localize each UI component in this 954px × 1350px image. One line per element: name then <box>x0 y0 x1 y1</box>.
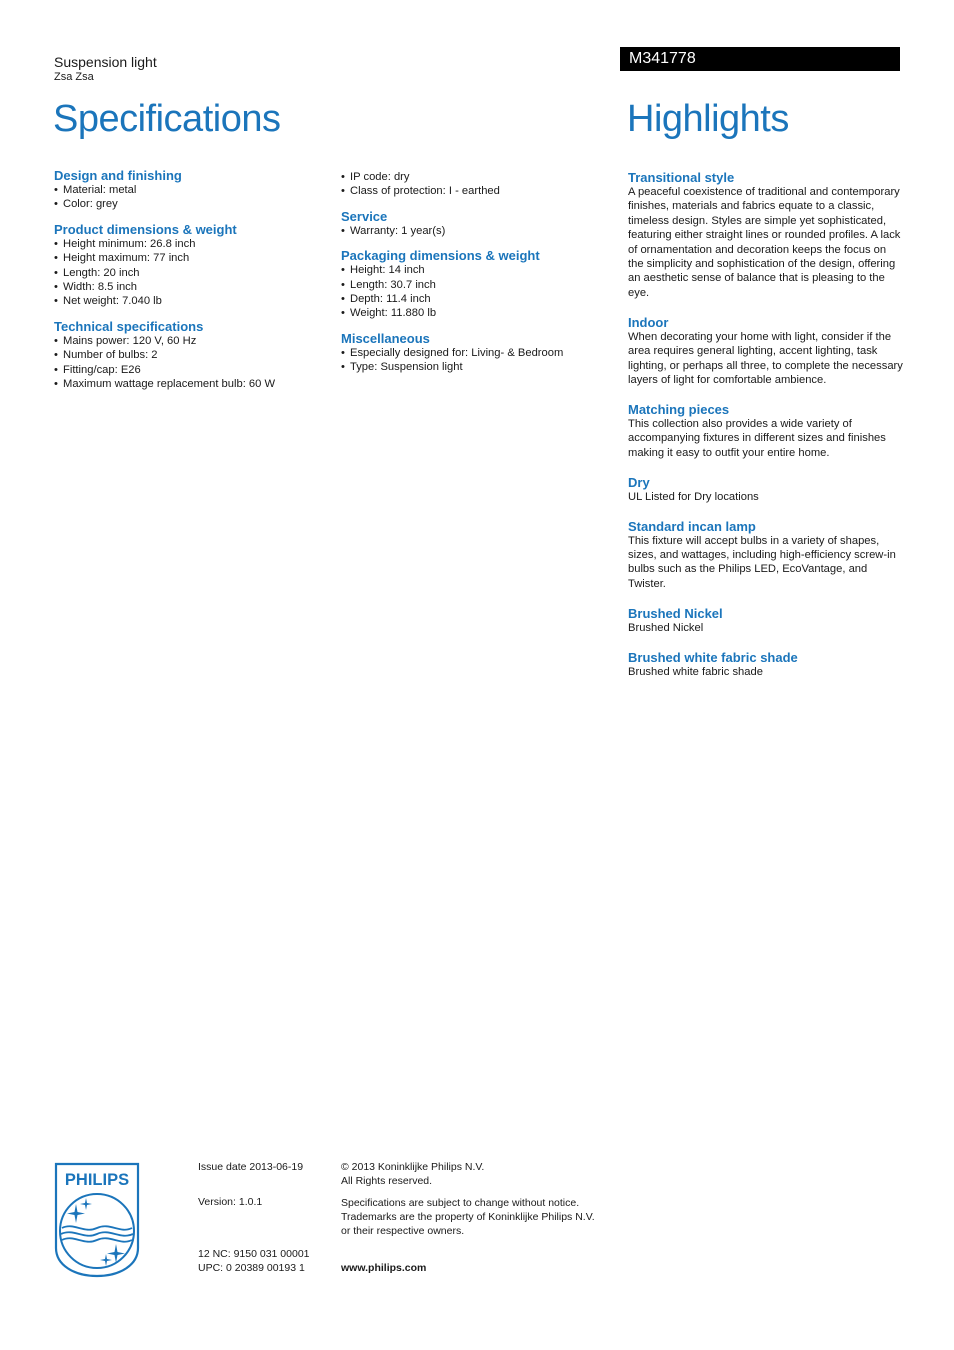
highlight-heading: Brushed Nickel <box>628 605 723 621</box>
highlight-item: Transitional style A peaceful coexistenc… <box>628 170 903 300</box>
section-heading: Packaging dimensions & weight <box>341 248 540 264</box>
spec-item: Depth: 11.4 inch <box>341 292 616 307</box>
spec-item: Color: grey <box>54 197 329 212</box>
section-heading: Product dimensions & weight <box>54 221 237 237</box>
highlight-text: This collection also provides a wide var… <box>628 417 886 459</box>
spec-item: Height maximum: 77 inch <box>54 251 329 266</box>
highlight-text: UL Listed for Dry locations <box>628 490 759 503</box>
spec-item: Mains power: 120 V, 60 Hz <box>54 334 329 349</box>
nc-code: 12 NC: 9150 031 00001 <box>198 1248 310 1260</box>
copyright-line: © 2013 Koninklijke Philips N.V. <box>341 1161 485 1173</box>
highlights-column: Transitional style A peaceful coexistenc… <box>628 170 903 693</box>
notice-line: Specifications are subject to change wit… <box>341 1197 580 1209</box>
spec-item: Weight: 11.880 lb <box>341 306 616 321</box>
highlight-item: Standard incan lamp This fixture will ac… <box>628 519 903 592</box>
spec-item: Warranty: 1 year(s) <box>341 224 616 239</box>
spec-item: Material: metal <box>54 183 329 198</box>
logo-wordmark: PHILIPS <box>65 1171 129 1189</box>
spec-item: Maximum wattage replacement bulb: 60 W <box>54 377 329 392</box>
legal-notice: Specifications are subject to change wit… <box>341 1196 595 1238</box>
product-type: Suspension light <box>54 54 157 70</box>
highlight-heading: Standard incan lamp <box>628 518 756 534</box>
highlight-text: This fixture will accept bulbs in a vari… <box>628 534 896 590</box>
spec-section-technical: Technical specifications Mains power: 12… <box>54 319 329 392</box>
spec-section-design: Design and finishing Material: metal Col… <box>54 168 329 212</box>
spec-item: Type: Suspension light <box>341 360 616 375</box>
specifications-title: Specifications <box>53 98 281 140</box>
highlight-text: Brushed white fabric shade <box>628 665 763 678</box>
spec-item: Especially designed for: Living- & Bedro… <box>341 346 616 361</box>
specs-column-1: Design and finishing Material: metal Col… <box>54 168 329 401</box>
highlight-text: Brushed Nickel <box>628 621 704 634</box>
highlight-item: Indoor When decorating your home with li… <box>628 315 903 388</box>
highlight-item: Brushed white fabric shade Brushed white… <box>628 650 903 679</box>
spec-section-packaging: Packaging dimensions & weight Height: 14… <box>341 248 616 321</box>
spec-section-product-dimensions: Product dimensions & weight Height minim… <box>54 222 329 309</box>
spec-item: Number of bulbs: 2 <box>54 348 329 363</box>
issue-date: Issue date 2013-06-19 <box>198 1161 304 1173</box>
spec-item: Fitting/cap: E26 <box>54 363 329 378</box>
version: Version: 1.0.1 <box>198 1196 263 1208</box>
highlights-title: Highlights <box>627 98 789 140</box>
spec-section-service: Service Warranty: 1 year(s) <box>341 208 616 239</box>
copyright-line: All Rights reserved. <box>341 1175 433 1187</box>
notice-line: Trademarks are the property of Koninklij… <box>341 1211 595 1223</box>
highlight-heading: Indoor <box>628 314 669 330</box>
highlight-item: Brushed Nickel Brushed Nickel <box>628 606 903 635</box>
model-number-bar: M341778 <box>620 47 900 71</box>
section-heading: Technical specifications <box>54 318 204 334</box>
highlight-item: Matching pieces This collection also pro… <box>628 402 903 460</box>
spec-item: IP code: dry <box>341 170 616 185</box>
spec-item: Height: 14 inch <box>341 263 616 278</box>
spec-item: Class of protection: I - earthed <box>341 184 616 199</box>
section-heading: Design and finishing <box>54 168 182 183</box>
spec-section-misc: Miscellaneous Especially designed for: L… <box>341 331 616 375</box>
spec-section-technical-continued: IP code: dry Class of protection: I - ea… <box>341 170 616 199</box>
spec-item: Width: 8.5 inch <box>54 280 329 295</box>
highlight-heading: Brushed white fabric shade <box>628 649 798 665</box>
section-heading: Service <box>341 208 388 224</box>
website-link[interactable]: www.philips.com <box>341 1262 426 1274</box>
highlight-heading: Matching pieces <box>628 401 730 417</box>
spec-item: Length: 30.7 inch <box>341 278 616 293</box>
spec-item: Height minimum: 26.8 inch <box>54 237 329 252</box>
notice-line: or their respective owners. <box>341 1225 465 1237</box>
highlight-heading: Transitional style <box>628 170 735 185</box>
highlight-text: A peaceful coexistence of traditional an… <box>628 186 901 299</box>
highlight-heading: Dry <box>628 474 650 490</box>
upc-code: UPC: 0 20389 00193 1 <box>198 1262 305 1274</box>
section-heading: Miscellaneous <box>341 330 430 346</box>
philips-shield-logo: PHILIPS <box>54 1162 140 1278</box>
specs-column-2: IP code: dry Class of protection: I - ea… <box>341 170 616 385</box>
product-name: Zsa Zsa <box>54 71 94 83</box>
copyright: © 2013 Koninklijke Philips N.V. All Righ… <box>341 1160 484 1188</box>
website-link-container: www.philips.com <box>341 1261 426 1275</box>
highlight-item: Dry UL Listed for Dry locations <box>628 475 903 504</box>
spec-item: Length: 20 inch <box>54 266 329 281</box>
product-codes: 12 NC: 9150 031 00001 UPC: 0 20389 00193… <box>198 1247 310 1275</box>
spec-item: Net weight: 7.040 lb <box>54 294 329 309</box>
highlight-text: When decorating your home with light, co… <box>628 330 903 386</box>
